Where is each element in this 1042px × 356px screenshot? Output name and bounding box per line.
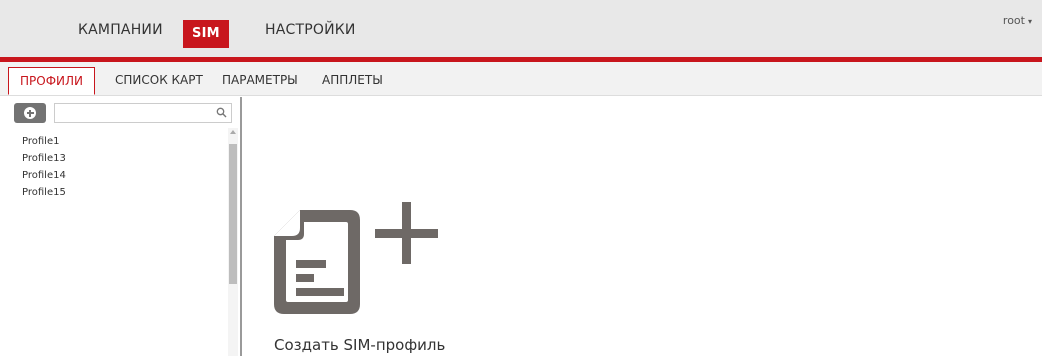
add-profile-button[interactable] bbox=[14, 103, 46, 123]
create-sim-profile-button[interactable]: Создать SIM-профиль bbox=[272, 196, 452, 356]
list-item[interactable]: Profile15 bbox=[22, 184, 66, 201]
create-profile-label: Создать SIM-профиль bbox=[274, 336, 446, 354]
plus-circle-icon bbox=[24, 107, 36, 119]
scrollbar[interactable] bbox=[228, 128, 238, 356]
tab-profiles[interactable]: ПРОФИЛИ bbox=[8, 67, 96, 95]
profile-list: Profile1 Profile13 Profile14 Profile15 bbox=[22, 133, 66, 201]
search-icon[interactable] bbox=[216, 107, 227, 118]
tab-card-list[interactable]: СПИСОК КАРТ bbox=[115, 67, 203, 95]
nav-settings[interactable]: НАСТРОЙКИ bbox=[265, 22, 356, 38]
panel-divider[interactable] bbox=[240, 97, 242, 356]
nav-sim[interactable]: SIM bbox=[183, 20, 229, 48]
list-item[interactable]: Profile14 bbox=[22, 167, 66, 184]
top-header: КАМПАНИИ SIM НАСТРОЙКИ root ▾ bbox=[0, 0, 1042, 57]
tab-parameters[interactable]: ПАРАМЕТРЫ bbox=[222, 67, 298, 95]
scroll-up-icon[interactable] bbox=[230, 130, 236, 134]
tab-applets[interactable]: АППЛЕТЫ bbox=[322, 67, 383, 95]
nav-campaigns[interactable]: КАМПАНИИ bbox=[78, 22, 163, 38]
scroll-thumb[interactable] bbox=[229, 144, 237, 284]
list-item[interactable]: Profile1 bbox=[22, 133, 66, 150]
user-menu[interactable]: root ▾ bbox=[1003, 14, 1032, 27]
chevron-down-icon: ▾ bbox=[1027, 17, 1032, 26]
search-field bbox=[54, 103, 232, 123]
new-document-icon bbox=[274, 202, 438, 314]
search-input[interactable] bbox=[55, 104, 213, 122]
profile-sidebar: Profile1 Profile13 Profile14 Profile15 bbox=[0, 97, 240, 356]
list-item[interactable]: Profile13 bbox=[22, 150, 66, 167]
sub-tabs: ПРОФИЛИ СПИСОК КАРТ ПАРАМЕТРЫ АППЛЕТЫ bbox=[0, 62, 1042, 96]
user-name: root bbox=[1002, 14, 1025, 27]
